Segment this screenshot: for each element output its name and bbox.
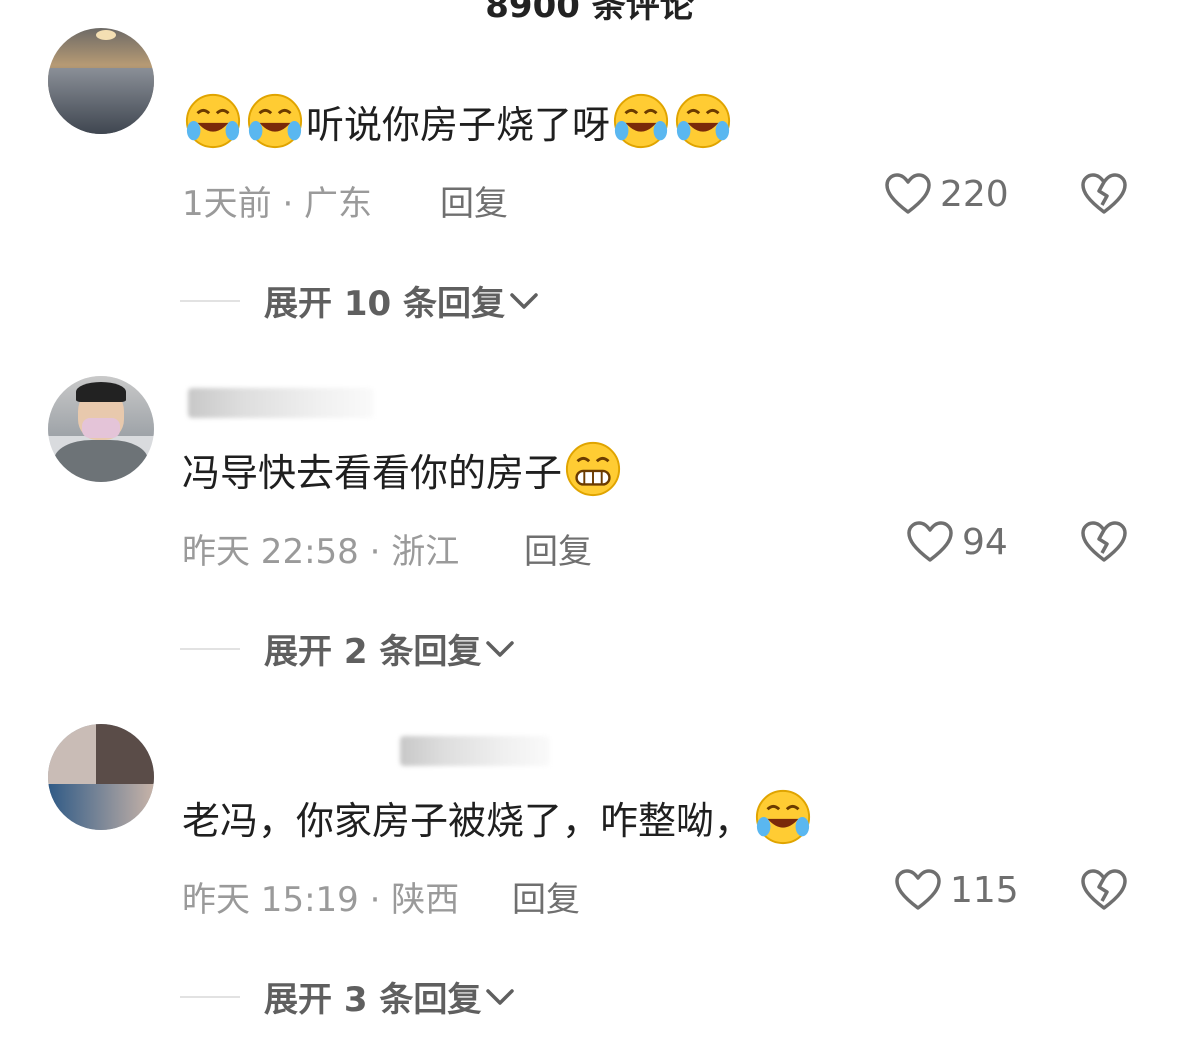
avatar[interactable] bbox=[48, 376, 154, 482]
reply-button[interactable]: 回复 bbox=[440, 176, 508, 225]
expand-replies-label: 展开 2 条回复 bbox=[264, 632, 482, 672]
comment-item: 听说你房子烧了呀 1天前 · 广东 回复 220 展开 10 条回复 bbox=[0, 0, 1179, 340]
avatar[interactable] bbox=[48, 724, 154, 830]
like-count: 94 bbox=[962, 521, 1008, 563]
expand-replies-label: 展开 3 条回复 bbox=[264, 980, 482, 1020]
like-button[interactable]: 115 bbox=[894, 868, 1019, 912]
username-blurred[interactable] bbox=[400, 736, 550, 766]
like-count: 115 bbox=[950, 869, 1019, 911]
chevron-down-icon bbox=[486, 988, 515, 1005]
grinning-emoji-icon bbox=[565, 441, 621, 497]
comment-item: 老冯，你家房子被烧了，咋整呦， 昨天 15:19 · 陕西 回复 115 展开 … bbox=[0, 696, 1179, 1036]
divider bbox=[180, 647, 240, 650]
comment-text-row: 老冯，你家房子被烧了，咋整呦， bbox=[182, 788, 814, 846]
broken-heart-icon[interactable] bbox=[1080, 520, 1128, 564]
heart-icon bbox=[895, 869, 941, 910]
laughing-crying-emoji-icon bbox=[185, 93, 241, 149]
laughing-crying-emoji-icon bbox=[613, 93, 669, 149]
comment-text: 老冯，你家房子被烧了，咋整呦， bbox=[182, 798, 753, 843]
divider bbox=[180, 995, 240, 998]
laughing-crying-emoji-icon bbox=[755, 789, 811, 845]
divider bbox=[180, 299, 240, 302]
comment-meta: 1天前 · 广东 bbox=[182, 184, 373, 224]
username-blurred[interactable] bbox=[188, 388, 374, 418]
broken-heart-icon[interactable] bbox=[1080, 868, 1128, 912]
comment-text: 冯导快去看看你的房子 bbox=[182, 450, 563, 495]
expand-replies-button[interactable]: 展开 10 条回复 bbox=[180, 276, 539, 325]
like-button[interactable]: 94 bbox=[906, 520, 1008, 564]
comment-meta: 昨天 22:58 · 浙江 bbox=[182, 532, 460, 572]
laughing-crying-emoji-icon bbox=[247, 93, 303, 149]
chevron-down-icon bbox=[486, 640, 515, 657]
reply-button[interactable]: 回复 bbox=[512, 872, 580, 921]
laughing-crying-emoji-icon bbox=[675, 93, 731, 149]
comment-meta: 昨天 15:19 · 陕西 bbox=[182, 880, 460, 920]
chevron-down-icon bbox=[510, 292, 538, 309]
expand-replies-label: 展开 10 条回复 bbox=[264, 284, 505, 324]
comment-text: 听说你房子烧了呀 bbox=[306, 102, 611, 147]
expand-replies-button[interactable]: 展开 3 条回复 bbox=[180, 972, 515, 1021]
heart-icon bbox=[907, 521, 953, 562]
like-count: 220 bbox=[940, 173, 1009, 215]
like-button[interactable]: 220 bbox=[884, 172, 1009, 216]
comment-text-row: 听说你房子烧了呀 bbox=[182, 92, 734, 150]
reply-button[interactable]: 回复 bbox=[524, 524, 592, 573]
avatar[interactable] bbox=[48, 28, 154, 134]
comment-text-row: 冯导快去看看你的房子 bbox=[182, 440, 624, 498]
expand-replies-button[interactable]: 展开 2 条回复 bbox=[180, 624, 515, 673]
comment-item: 冯导快去看看你的房子 昨天 22:58 · 浙江 回复 94 展开 2 条回复 bbox=[0, 348, 1179, 688]
heart-icon bbox=[885, 173, 931, 214]
broken-heart-icon[interactable] bbox=[1080, 172, 1128, 216]
